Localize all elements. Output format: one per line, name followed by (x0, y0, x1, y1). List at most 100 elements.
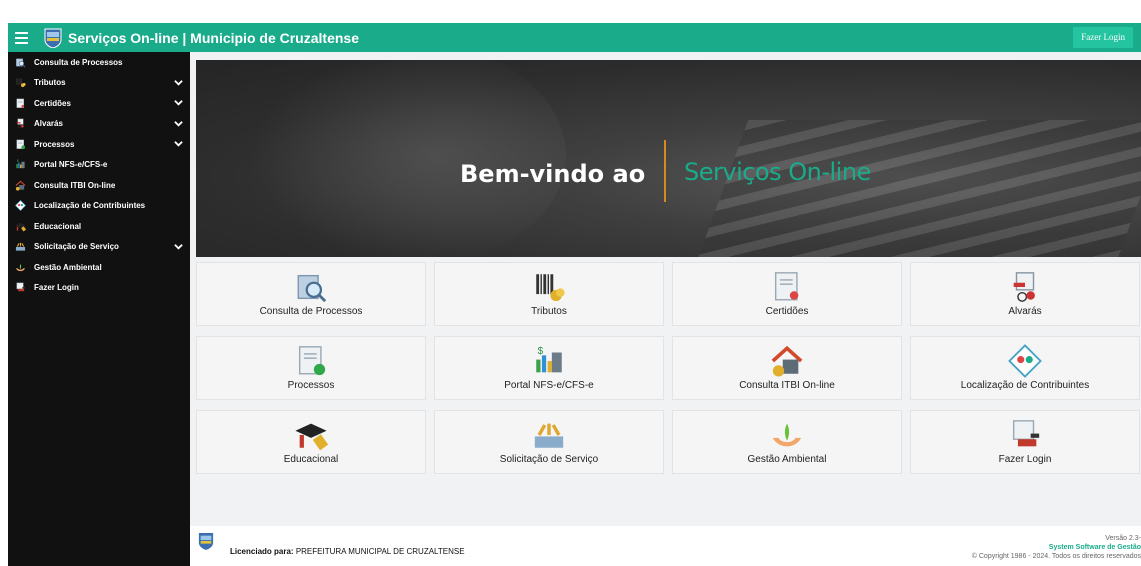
service-tile[interactable]: Processos (196, 336, 426, 400)
sidebar-item[interactable]: Localização de Contribuintes (8, 196, 190, 217)
invoice-icon: $ (15, 159, 26, 170)
invoice-icon: $ (435, 343, 663, 379)
service-tile-label: Localização de Contribuintes (960, 380, 1090, 391)
banner-background (236, 60, 566, 257)
sidebar-item-label: Solicitação de Serviço (34, 242, 119, 252)
browser-top-band (0, 0, 1141, 8)
certificate-icon (673, 269, 901, 305)
menu-toggle-icon[interactable] (8, 23, 34, 52)
sidebar-item[interactable]: Gestão Ambiental (8, 257, 190, 278)
sidebar-item-label: Consulta ITBI On-line (34, 180, 116, 190)
login-icon (911, 417, 1139, 453)
page-title: Serviços On-line | Municipio de Cruzalte… (68, 29, 359, 46)
main-content: Bem-vindo ao Serviços On-line Consulta d… (190, 52, 1141, 566)
barcode-icon (15, 77, 26, 88)
permit-icon (911, 269, 1139, 305)
sidebar-item-label: Alvarás (34, 119, 63, 129)
service-tile-label: Portal NFS-e/CFS-e (504, 380, 594, 391)
service-tile-label: Gestão Ambiental (747, 454, 827, 465)
service-tile-label: Educacional (283, 454, 339, 465)
sidebar-item-label: Fazer Login (34, 283, 79, 293)
sidebar-item[interactable]: Processos (8, 134, 190, 155)
service-tile-label: Consulta ITBI On-line (739, 380, 835, 391)
location-icon (911, 343, 1139, 379)
license-text: Licenciado para: PREFEITURA MUNICIPAL DE… (230, 547, 465, 556)
process-icon (15, 139, 26, 150)
service-tile[interactable]: Consulta de Processos (196, 262, 426, 326)
sidebar-item-label: Processos (34, 139, 75, 149)
service-tile-label: Processos (287, 380, 335, 391)
service-tile[interactable]: Solicitação de Serviço (434, 410, 664, 474)
login-icon (15, 282, 26, 293)
chevron-down-icon (174, 139, 183, 148)
tools-icon (15, 241, 26, 252)
welcome-banner: Bem-vindo ao Serviços On-line (196, 60, 1141, 257)
sidebar-item[interactable]: Consulta ITBI On-line (8, 175, 190, 196)
sidebar-item-label: Certidões (34, 98, 71, 108)
search-document-icon (197, 269, 425, 305)
sidebar-item-label: Tributos (34, 78, 66, 88)
municipality-logo (44, 28, 62, 48)
chevron-down-icon (174, 78, 183, 87)
sidebar-item[interactable]: Consulta de Processos (8, 52, 190, 73)
service-tile-label: Fazer Login (998, 454, 1052, 465)
graduation-icon (15, 221, 26, 232)
plant-icon (15, 262, 26, 273)
banner-divider (664, 140, 666, 202)
copyright-text: © Copyright 1986 - 2024. Todos os direit… (971, 553, 1141, 560)
house-icon (673, 343, 901, 379)
footer: Licenciado para: PREFEITURA MUNICIPAL DE… (190, 526, 1141, 566)
app-header: Serviços On-line | Municipio de Cruzalte… (8, 23, 1141, 52)
service-tile[interactable]: $ Portal NFS-e/CFS-e (434, 336, 664, 400)
service-tile[interactable]: Localização de Contribuintes (910, 336, 1140, 400)
location-icon (15, 200, 26, 212)
svg-text:$: $ (17, 159, 19, 163)
service-tile[interactable]: Gestão Ambiental (672, 410, 902, 474)
service-tile[interactable]: Alvarás (910, 262, 1140, 326)
service-tile[interactable]: Tributos (434, 262, 664, 326)
chevron-down-icon (174, 98, 183, 107)
sidebar-item[interactable]: Fazer Login (8, 278, 190, 299)
search-document-icon (15, 57, 26, 68)
service-tile[interactable]: Certidões (672, 262, 902, 326)
footer-logo (198, 532, 214, 550)
sidebar-item[interactable]: Alvarás (8, 114, 190, 135)
license-holder: PREFEITURA MUNICIPAL DE CRUZALTENSE (295, 547, 465, 556)
service-tile[interactable]: Fazer Login (910, 410, 1140, 474)
certificate-icon (15, 98, 26, 109)
process-icon (197, 343, 425, 379)
service-title: Serviços On-line (684, 158, 871, 186)
service-tile[interactable]: Educacional (196, 410, 426, 474)
barcode-icon (435, 269, 663, 305)
sidebar-item[interactable]: Solicitação de Serviço (8, 237, 190, 258)
banner-keyboard-image (693, 120, 1141, 257)
svg-text:$: $ (538, 346, 544, 357)
login-button[interactable]: Fazer Login (1073, 27, 1133, 48)
service-tile-label: Solicitação de Serviço (499, 454, 599, 465)
service-tile-label: Alvarás (1008, 306, 1042, 317)
sidebar-item[interactable]: Educacional (8, 216, 190, 237)
sidebar: Consulta de Processos Tributos Certidões Al… (8, 52, 190, 566)
sidebar-item[interactable]: Certidões (8, 93, 190, 114)
sidebar-item-label: Consulta de Processos (34, 57, 123, 67)
service-tile-label: Certidões (765, 306, 809, 317)
sidebar-item-label: Portal NFS-e/CFS-e (34, 160, 108, 170)
service-tile-label: Tributos (531, 306, 567, 317)
version-info: Versão 2.3- System Software de Gestão © … (972, 534, 1141, 561)
graduation-icon (197, 417, 425, 453)
sidebar-item-label: Localização de Contribuintes (34, 201, 146, 211)
version-label: Versão 2.3- (1105, 535, 1141, 542)
sidebar-item[interactable]: Tributos (8, 73, 190, 94)
permit-icon (15, 118, 26, 129)
welcome-text: Bem-vindo ao (460, 160, 646, 188)
service-tile-label: Consulta de Processos (259, 306, 363, 317)
plant-icon (673, 417, 901, 453)
tools-icon (435, 417, 663, 453)
sidebar-item-label: Educacional (34, 221, 82, 231)
service-tile[interactable]: Consulta ITBI On-line (672, 336, 902, 400)
system-link[interactable]: System Software de Gestão (972, 543, 1141, 552)
house-icon (15, 180, 26, 191)
sidebar-item[interactable]: $ Portal NFS-e/CFS-e (8, 155, 190, 176)
chevron-down-icon (174, 242, 183, 251)
sidebar-item-label: Gestão Ambiental (34, 262, 102, 272)
